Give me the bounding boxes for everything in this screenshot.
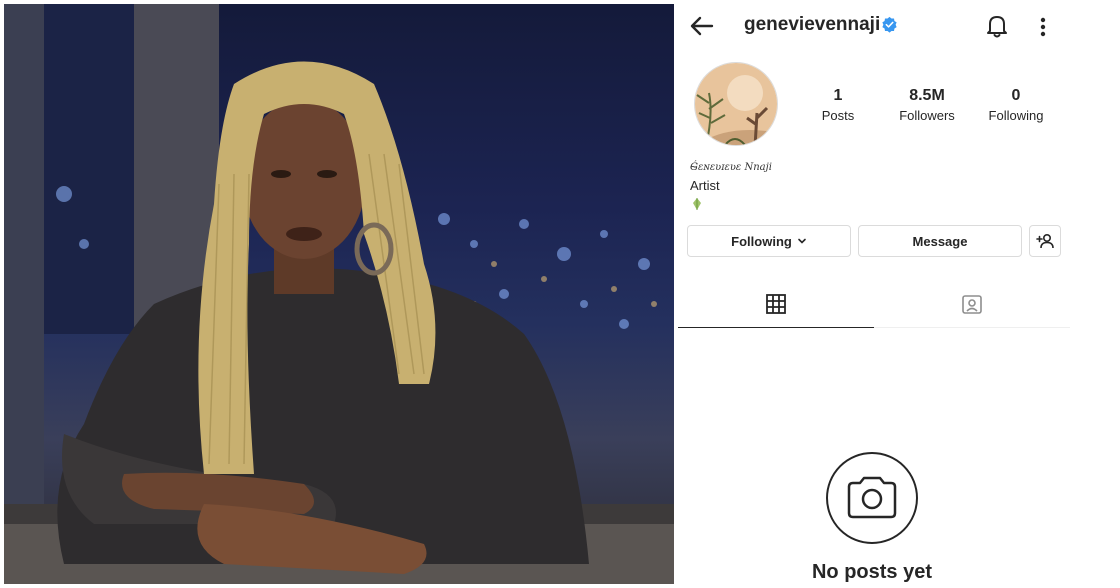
- tab-tagged[interactable]: [874, 280, 1070, 328]
- camera-icon: [847, 476, 897, 519]
- bio-text: Artist: [690, 178, 720, 193]
- add-user-icon: [1036, 233, 1054, 249]
- avatar-image: [695, 63, 777, 145]
- profile-username: genevievennaji: [744, 14, 881, 35]
- empty-state-text: No posts yet: [811, 561, 933, 583]
- display-name: Ǵ̴ɛɴɛʋɪɛʋɛ Nnaji: [690, 162, 772, 173]
- suggest-users-button[interactable]: [1029, 225, 1061, 257]
- posts-stat[interactable]: 1 Posts: [793, 87, 883, 123]
- chevron-down-icon: [798, 238, 806, 244]
- following-count: 0: [1011, 87, 1021, 104]
- following-stat[interactable]: 0 Following: [971, 87, 1061, 123]
- tagged-icon: [962, 294, 982, 314]
- photo-scene: [4, 4, 674, 584]
- back-button[interactable]: [688, 12, 716, 40]
- message-button[interactable]: Message: [858, 225, 1022, 257]
- tab-posts-grid[interactable]: [678, 280, 874, 328]
- notifications-button[interactable]: [984, 12, 1010, 40]
- arrow-left-icon: [690, 16, 714, 36]
- verified-badge-icon: [882, 16, 897, 33]
- following-button-label: Following: [731, 233, 792, 249]
- followers-count: 8.5M: [909, 87, 945, 104]
- more-options-button[interactable]: [1032, 12, 1054, 40]
- posts-label: Posts: [821, 108, 855, 123]
- followers-stat[interactable]: 8.5M Followers: [882, 87, 972, 123]
- bio-emoji-icon: [693, 198, 701, 210]
- followers-label: Followers: [899, 108, 955, 123]
- profile-photo: [4, 4, 674, 584]
- message-button-label: Message: [912, 233, 968, 249]
- bell-icon: [987, 16, 1007, 38]
- instagram-profile: genevievennaji 1 Posts 8.5M Followers 0 …: [678, 0, 1120, 588]
- empty-state-camera: [826, 452, 918, 544]
- posts-count: 1: [833, 87, 843, 104]
- following-label: Following: [988, 108, 1044, 123]
- more-vertical-icon: [1040, 17, 1046, 37]
- profile-avatar[interactable]: [694, 62, 778, 146]
- following-button[interactable]: Following: [687, 225, 851, 257]
- top-bar: genevievennaji: [678, 0, 1120, 52]
- grid-icon: [766, 293, 786, 314]
